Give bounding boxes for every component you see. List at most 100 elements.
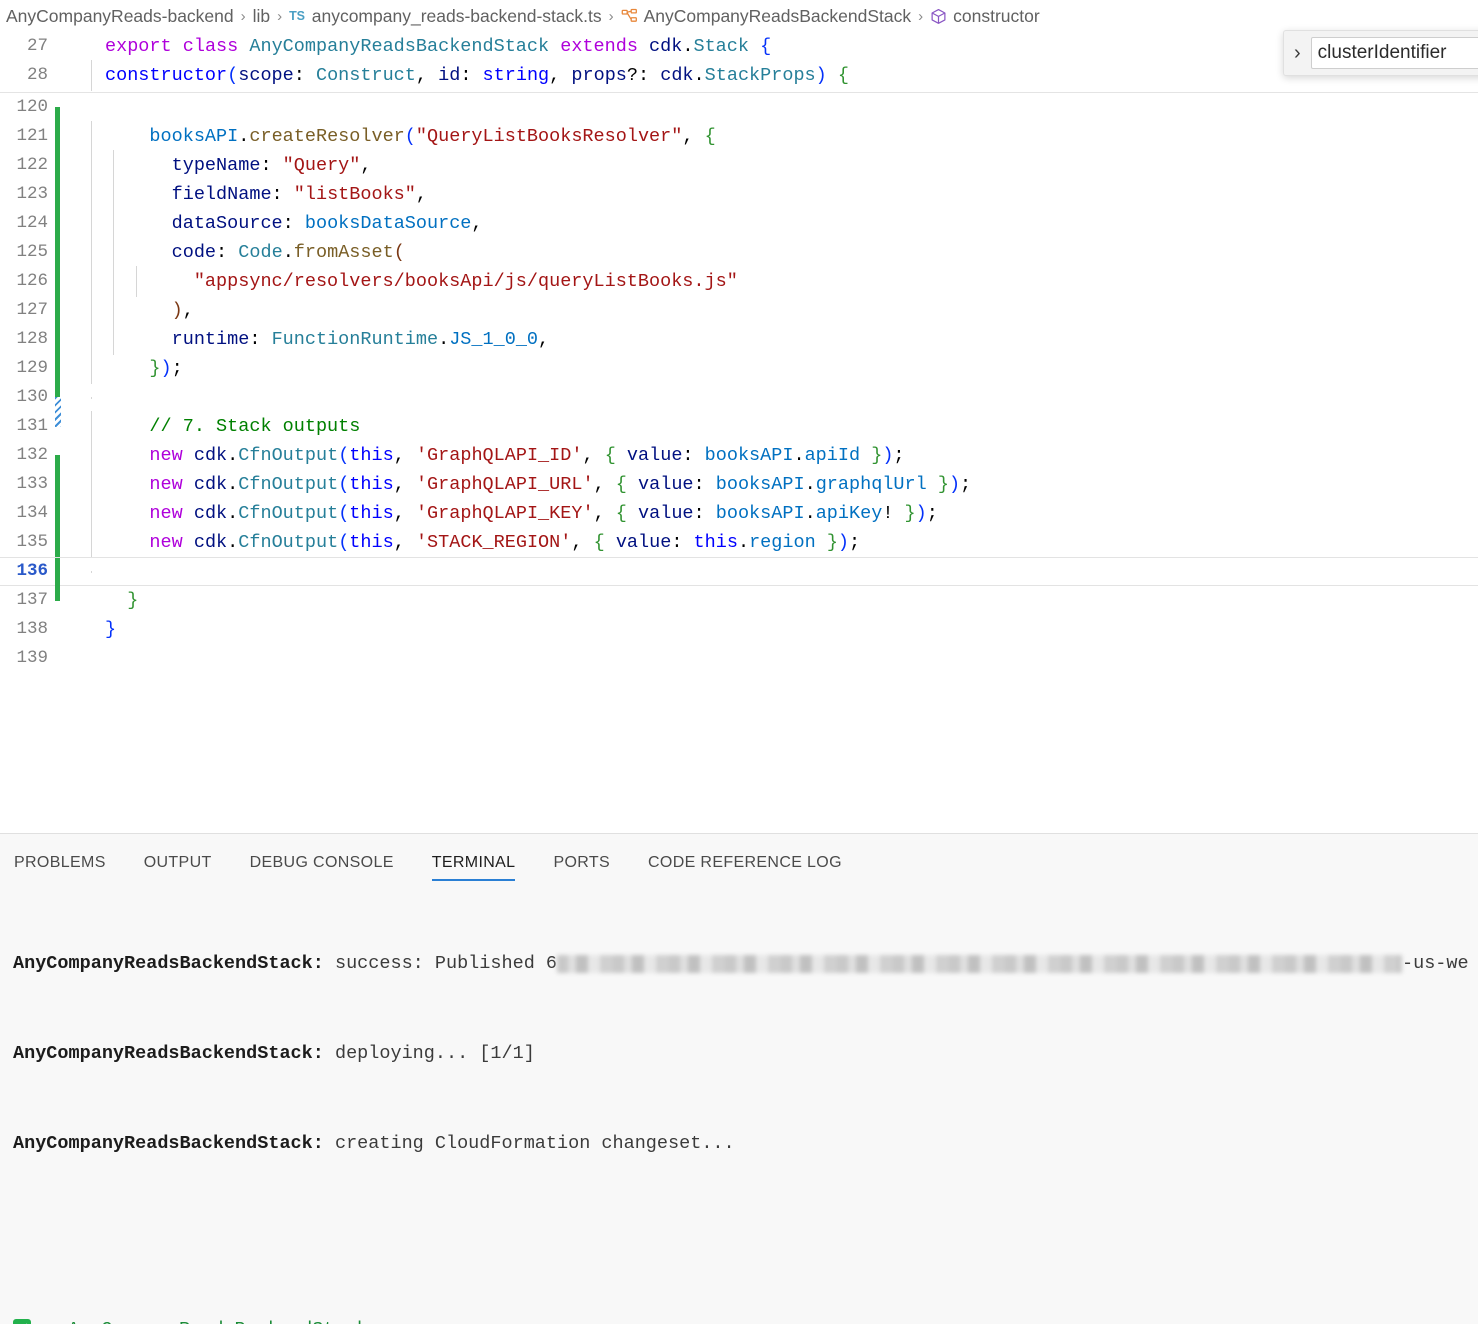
line-number: 126 — [16, 271, 48, 291]
line-number: 121 — [16, 126, 48, 146]
code-token: createResolver — [249, 126, 405, 147]
code-token: ) — [815, 65, 827, 86]
code-token: } — [149, 358, 161, 379]
code-token: this — [349, 445, 394, 466]
code-token: , — [582, 445, 605, 466]
line-number: 132 — [16, 445, 48, 465]
code-token: ; — [960, 474, 972, 495]
code-line[interactable]: 129 }); — [0, 353, 1478, 398]
panel-tab-output[interactable]: OUTPUT — [144, 854, 232, 881]
code-line-text: } — [89, 586, 1478, 615]
code-line[interactable]: 138} — [0, 615, 1478, 644]
code-token: . — [227, 445, 239, 466]
code-token: Stack — [693, 36, 749, 57]
code-token: "appsync/resolvers/booksApi/js/queryList… — [193, 271, 738, 292]
code-line[interactable]: 134 new cdk.CfnOutput(this, 'GraphQLAPI_… — [0, 498, 1478, 543]
code-token: ( — [404, 126, 416, 147]
line-number: 124 — [16, 213, 48, 233]
code-token: } — [127, 590, 139, 611]
code-line-text: booksAPI.createResolver("QueryListBooksR… — [89, 121, 1478, 152]
typescript-file-icon: TS — [289, 9, 305, 23]
code-line[interactable]: 135 new cdk.CfnOutput(this, 'STACK_REGIO… — [0, 527, 1478, 572]
indent-guide — [91, 179, 92, 210]
code-token: typeName — [171, 155, 261, 176]
code-line-active[interactable]: 136 — [0, 557, 1478, 601]
code-line[interactable]: 130 — [0, 383, 1478, 427]
code-line[interactable]: 137 } — [0, 586, 1478, 615]
code-editor[interactable]: 120 121 booksAPI.createResolver("QueryLis… — [0, 93, 1478, 673]
code-token: { — [593, 532, 605, 553]
code-line[interactable]: 27 export class AnyCompanyReadsBackendSta… — [0, 32, 1478, 61]
code-token: ; — [171, 358, 183, 379]
code-line[interactable]: 139 — [0, 644, 1478, 673]
breadcrumb-label: constructor — [953, 5, 1040, 26]
code-line[interactable]: 126 "appsync/resolvers/booksApi/js/query… — [0, 266, 1478, 311]
code-line[interactable]: 124 dataSource: booksDataSource, — [0, 208, 1478, 253]
code-line[interactable]: 123 fieldName: "listBooks", — [0, 179, 1478, 224]
indent-guide — [91, 527, 92, 558]
line-number: 133 — [16, 474, 48, 494]
panel-tab-debug-console[interactable]: DEBUG CONSOLE — [250, 854, 414, 881]
code-line[interactable]: 131 // 7. Stack outputs — [0, 411, 1478, 442]
code-token: fieldName — [171, 184, 272, 205]
code-line-text: ), — [89, 295, 1478, 326]
code-token: AnyCompanyReadsBackendStack — [249, 36, 550, 57]
code-line[interactable]: 121 booksAPI.createResolver("QueryListBo… — [0, 121, 1478, 166]
code-token: , — [549, 65, 572, 86]
panel-tab-ports[interactable]: PORTS — [553, 854, 630, 881]
breadcrumb-item-file[interactable]: TS anycompany_reads-backend-stack.ts — [289, 6, 601, 27]
line-number: 134 — [16, 503, 48, 523]
terminal-output[interactable]: AnyCompanyReadsBackendStack: success: Pu… — [0, 881, 1478, 1324]
panel-tab-bar[interactable]: PROBLEMS OUTPUT DEBUG CONSOLE TERMINAL PORTS… — [0, 834, 1478, 881]
code-token: export — [105, 36, 172, 57]
code-line-text: new cdk.CfnOutput(this, 'GraphQLAPI_KEY'… — [89, 498, 1478, 529]
code-line[interactable]: 122 typeName: "Query", — [0, 150, 1478, 195]
code-line[interactable]: 127 ), — [0, 295, 1478, 340]
code-token: } — [904, 503, 916, 524]
breadcrumb[interactable]: AnyCompanyReads-backend › lib › TS anyco… — [0, 0, 1478, 32]
code-token: : — [460, 65, 483, 86]
code-token: value — [638, 474, 694, 495]
breadcrumb-item-constructor[interactable]: constructor — [930, 6, 1040, 27]
chevron-right-icon[interactable]: › — [1294, 43, 1301, 63]
code-token: , — [593, 503, 616, 524]
breadcrumb-separator-icon: › — [918, 7, 924, 25]
code-token: ; — [893, 445, 905, 466]
breadcrumb-item-class[interactable]: AnyCompanyReadsBackendStack — [621, 6, 911, 27]
code-token: props — [571, 65, 627, 86]
indent-guide — [91, 469, 92, 500]
line-number: 129 — [16, 358, 48, 378]
cluster-identifier-input[interactable] — [1310, 37, 1478, 69]
code-line[interactable]: 132 new cdk.CfnOutput(this, 'GraphQLAPI_… — [0, 440, 1478, 485]
breadcrumb-item-folder[interactable]: lib — [253, 6, 271, 27]
panel-tab-problems[interactable]: PROBLEMS — [14, 854, 126, 881]
code-token: , — [360, 155, 372, 176]
code-token: CfnOutput — [238, 445, 339, 466]
code-token: StackProps — [704, 65, 816, 86]
code-token: FunctionRuntime — [271, 329, 439, 350]
code-token: // 7. Stack outputs — [149, 416, 361, 437]
code-token: , — [393, 474, 416, 495]
panel-tab-terminal[interactable]: TERMINAL — [431, 854, 536, 881]
code-line[interactable]: 28 constructor(scope: Construct, id: stri… — [0, 60, 1478, 91]
code-token: { — [615, 503, 627, 524]
code-line[interactable]: 125 code: Code.fromAsset( — [0, 237, 1478, 282]
code-line[interactable]: 133 new cdk.CfnOutput(this, 'GraphQLAPI_… — [0, 469, 1478, 514]
cluster-identifier-widget[interactable]: › — [1283, 30, 1478, 76]
code-line[interactable]: 120 — [0, 93, 1478, 137]
code-token: graphqlUrl — [815, 474, 927, 495]
code-token: cdk — [193, 445, 228, 466]
code-token: : — [671, 532, 694, 553]
panel-tab-label: TERMINAL — [431, 854, 516, 871]
code-line[interactable]: 128 runtime: FunctionRuntime.JS_1_0_0, — [0, 324, 1478, 369]
panel-tab-code-reference-log[interactable]: CODE REFERENCE LOG — [648, 854, 862, 881]
code-token: , — [393, 445, 416, 466]
code-token: , — [393, 503, 416, 524]
breadcrumb-item-project[interactable]: AnyCompanyReads-backend — [6, 6, 234, 27]
